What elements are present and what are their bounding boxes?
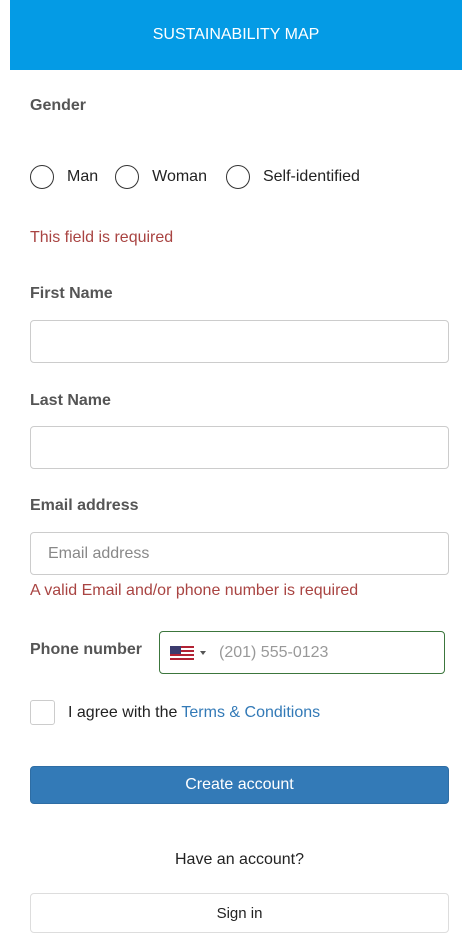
first-name-label: First Name [30,285,113,302]
us-flag-icon [170,645,194,660]
phone-label: Phone number [30,641,143,658]
first-name-field[interactable] [30,320,449,363]
terms-conditions-link[interactable]: Terms & Conditions [181,704,320,722]
create-account-button[interactable]: Create account [30,766,449,804]
sign-in-button[interactable]: Sign in [30,893,449,933]
gender-option-label[interactable]: Self-identified [263,168,360,186]
email-error-message: A valid Email and/or phone number is req… [30,582,359,599]
app-title: SUSTAINABILITY MAP [152,26,320,43]
have-account-text: Have an account? [175,851,304,868]
gender-radio-woman[interactable] [115,165,140,189]
terms-agree-text: I agree with the [68,703,178,721]
gender-radio-self-identified[interactable] [225,165,250,189]
phone-input[interactable] [219,643,419,662]
gender-label: Gender [30,97,87,114]
email-label: Email address [30,497,139,514]
gender-radio-group: Man Woman Self-identified [30,164,360,190]
terms-agreement: I agree with the Terms & Conditions [30,700,320,725]
last-name-label: Last Name [30,392,111,409]
email-field[interactable] [30,532,449,575]
gender-option-woman[interactable]: Woman [115,165,207,189]
country-code-dropdown[interactable] [170,645,206,660]
terms-checkbox[interactable] [30,700,55,725]
phone-field[interactable] [159,631,445,674]
gender-error-message: This field is required [30,229,174,246]
gender-option-label[interactable]: Man [67,168,98,186]
gender-radio-man[interactable] [30,165,54,189]
app-header: SUSTAINABILITY MAP [10,0,462,70]
caret-down-icon [200,650,206,655]
last-name-field[interactable] [30,426,449,469]
gender-option-label[interactable]: Woman [152,168,207,186]
gender-option-man[interactable]: Man [30,165,98,189]
gender-option-self-identified[interactable]: Self-identified [225,165,360,189]
